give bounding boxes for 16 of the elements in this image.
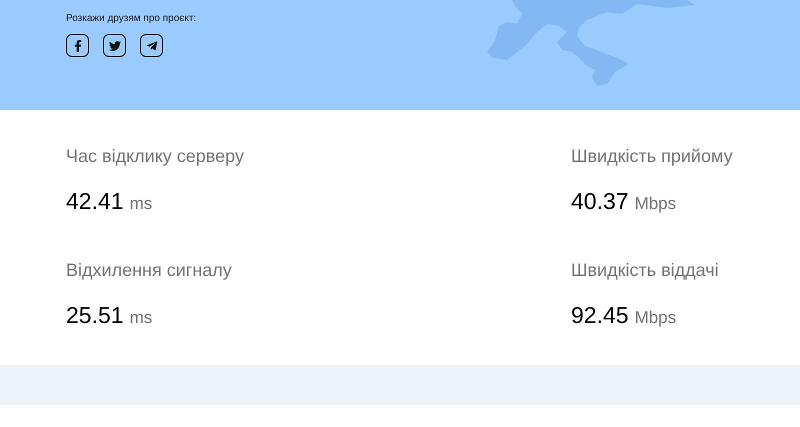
facebook-icon[interactable] (66, 34, 89, 57)
metric-unit: ms (130, 306, 152, 328)
metric-label: Відхилення сигналу (66, 258, 233, 280)
metric-unit: ms (130, 193, 152, 215)
metric-value: 25.51 (66, 300, 124, 328)
metric-label: Швидкість прийому (571, 145, 734, 167)
metric-value: 92.45 (571, 300, 629, 328)
metric-value: 42.41 (66, 187, 124, 215)
metric-unit: Mbps (634, 306, 676, 328)
telegram-icon[interactable] (140, 34, 163, 57)
metric-label: Швидкість віддачі (571, 258, 720, 280)
metric-label: Час відклику серверу (66, 145, 245, 167)
metric-value: 40.37 (571, 187, 629, 215)
share-label: Розкажи друзям про проєкт: (66, 12, 198, 26)
metric-unit: Mbps (634, 193, 676, 215)
twitter-icon[interactable] (103, 34, 126, 57)
